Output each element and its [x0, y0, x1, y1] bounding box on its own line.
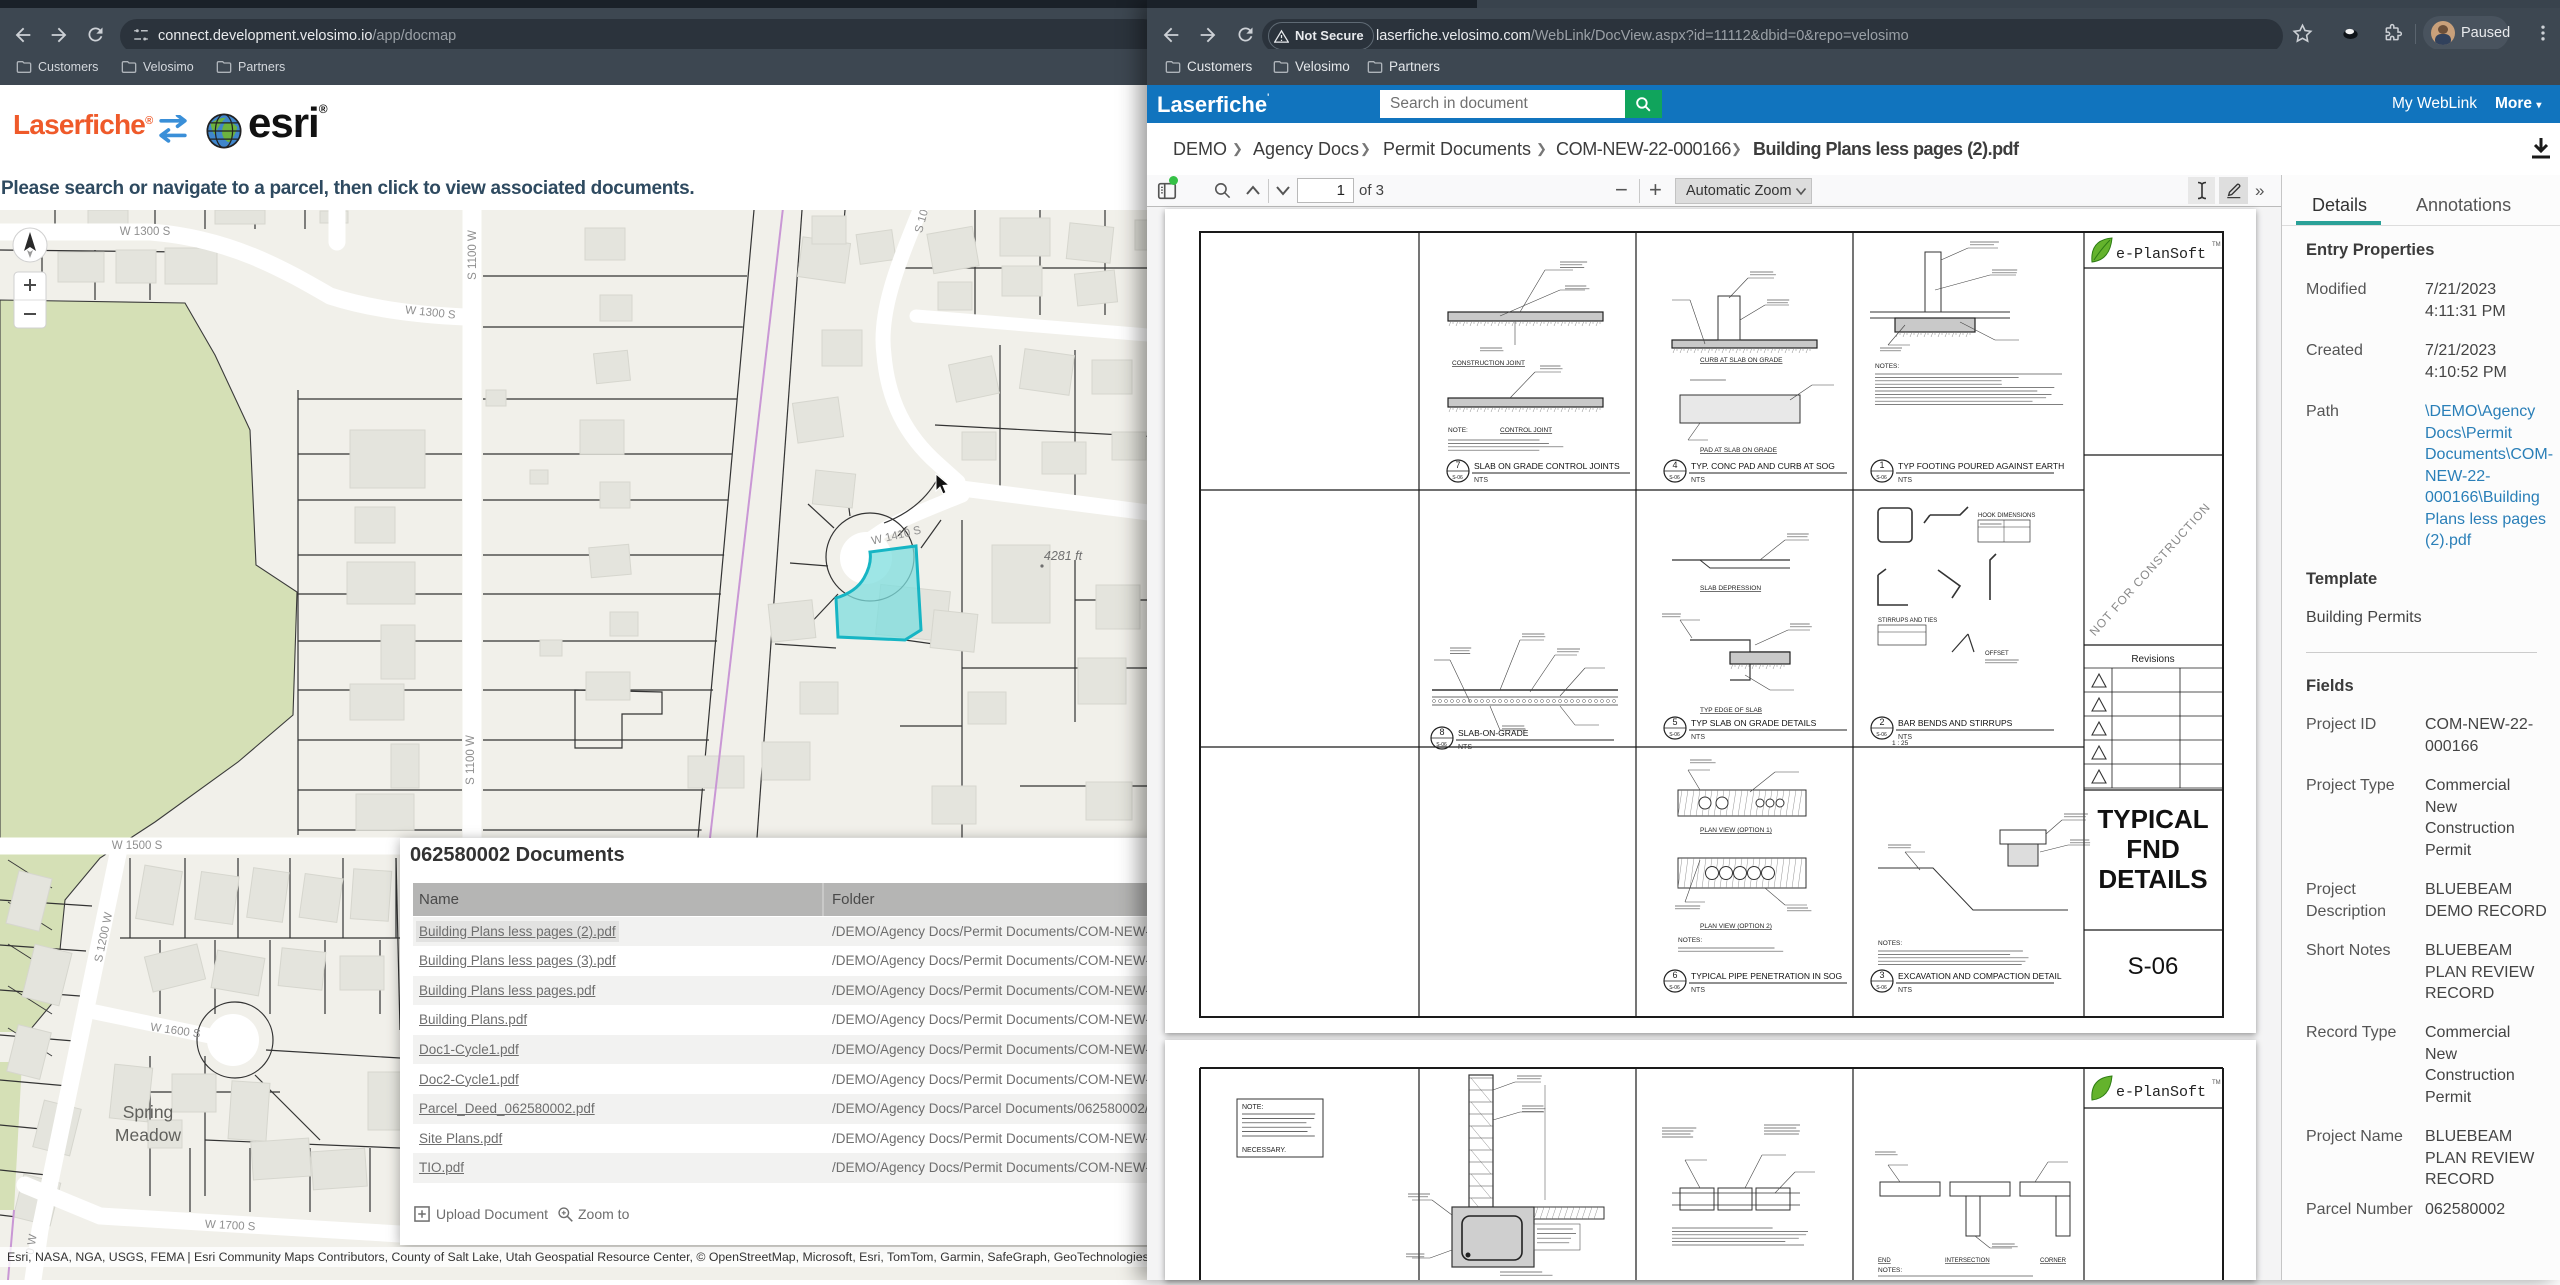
- svg-text:NOTES:: NOTES:: [1678, 937, 1702, 944]
- svg-text:4: 4: [1672, 460, 1677, 470]
- svg-text:W 1500 S: W 1500 S: [112, 840, 163, 852]
- svg-text:3: 3: [1879, 970, 1884, 980]
- svg-text:NOTE:: NOTE:: [1448, 427, 1468, 434]
- svg-text:END: END: [1878, 1258, 1891, 1264]
- svg-text:NTS: NTS: [1898, 477, 1912, 484]
- svg-text:4281 ft: 4281 ft: [1044, 549, 1083, 563]
- svg-text:S 1100 W: S 1100 W: [467, 230, 479, 280]
- svg-text:Meadow: Meadow: [115, 1125, 182, 1145]
- svg-text:PLAN VIEW (OPTION 2): PLAN VIEW (OPTION 2): [1700, 923, 1772, 930]
- svg-text:e-PlanSoft: e-PlanSoft: [2116, 246, 2206, 263]
- svg-text:S-06: S-06: [1436, 742, 1447, 748]
- svg-text:NOTES:: NOTES:: [1875, 363, 1899, 370]
- svg-text:SLAB ON GRADE CONTROL JOINTS: SLAB ON GRADE CONTROL JOINTS: [1474, 461, 1620, 471]
- svg-text:PLAN VIEW (OPTION 1): PLAN VIEW (OPTION 1): [1700, 827, 1772, 834]
- svg-text:SLAB-ON-GRADE: SLAB-ON-GRADE: [1458, 728, 1529, 738]
- svg-text:NTS: NTS: [1458, 744, 1472, 751]
- svg-text:S-06: S-06: [1669, 475, 1680, 481]
- svg-text:CONTROL JOINT: CONTROL JOINT: [1500, 427, 1552, 434]
- svg-text:NECESSARY.: NECESSARY.: [1242, 1147, 1286, 1154]
- svg-text:NTS: NTS: [1474, 477, 1488, 484]
- svg-text:CONSTRUCTION JOINT: CONSTRUCTION JOINT: [1452, 360, 1525, 367]
- svg-text:7: 7: [1455, 460, 1460, 470]
- svg-text:NOTES:: NOTES:: [1878, 1267, 1902, 1274]
- svg-text:5: 5: [1672, 717, 1677, 727]
- svg-text:TYP EDGE OF SLAB: TYP EDGE OF SLAB: [1700, 707, 1762, 714]
- svg-text:SLAB DEPRESSION: SLAB DEPRESSION: [1700, 585, 1761, 592]
- svg-text:TYPICAL: TYPICAL: [2097, 804, 2208, 834]
- svg-text:TYP. CONC PAD AND CURB AT SOG: TYP. CONC PAD AND CURB AT SOG: [1691, 461, 1835, 471]
- svg-text:INTERSECTION: INTERSECTION: [1945, 1258, 1990, 1264]
- svg-text:DETAILS: DETAILS: [2098, 864, 2207, 894]
- svg-text:6: 6: [1672, 970, 1677, 980]
- svg-text:S 1100 W: S 1100 W: [465, 735, 477, 785]
- svg-text:BAR BENDS AND STIRRUPS: BAR BENDS AND STIRRUPS: [1898, 718, 2013, 728]
- svg-text:TYP SLAB ON GRADE DETAILS: TYP SLAB ON GRADE DETAILS: [1691, 718, 1817, 728]
- svg-text:NOTE:: NOTE:: [1242, 1104, 1263, 1111]
- svg-text:TM: TM: [2212, 242, 2221, 248]
- svg-text:S-06: S-06: [1876, 732, 1887, 738]
- svg-text:e-PlanSoft: e-PlanSoft: [2116, 1084, 2206, 1101]
- svg-text:TYP FOOTING POURED AGAINST EAR: TYP FOOTING POURED AGAINST EARTH: [1898, 461, 2064, 471]
- svg-text:CORNER: CORNER: [2040, 1258, 2067, 1264]
- svg-text:EXCAVATION AND COMPACTION DETA: EXCAVATION AND COMPACTION DETAIL: [1898, 971, 2062, 981]
- svg-text:NTS: NTS: [1691, 987, 1705, 994]
- svg-text:CURB AT SLAB ON GRADE: CURB AT SLAB ON GRADE: [1700, 357, 1783, 364]
- svg-text:8: 8: [1439, 727, 1444, 737]
- svg-text:S-06: S-06: [1669, 985, 1680, 991]
- svg-text:S-06: S-06: [2128, 953, 2179, 980]
- svg-text:HOOK DIMENSIONS: HOOK DIMENSIONS: [1978, 513, 2035, 519]
- svg-text:NTS: NTS: [1898, 987, 1912, 994]
- svg-text:PAD AT SLAB ON GRADE: PAD AT SLAB ON GRADE: [1700, 447, 1778, 454]
- svg-text:1 : 25: 1 : 25: [1892, 740, 1909, 747]
- svg-text:Spring: Spring: [123, 1102, 174, 1122]
- svg-text:NOTES:: NOTES:: [1878, 940, 1902, 947]
- svg-text:2: 2: [1879, 717, 1884, 727]
- svg-text:NTS: NTS: [1691, 734, 1705, 741]
- svg-text:S-06: S-06: [1452, 475, 1463, 481]
- svg-text:OFFSET: OFFSET: [1985, 651, 2009, 657]
- svg-text:Revisions: Revisions: [2131, 654, 2174, 665]
- svg-text:TM: TM: [2212, 1080, 2221, 1086]
- svg-text:FND: FND: [2126, 834, 2179, 864]
- svg-text:S-06: S-06: [1669, 732, 1680, 738]
- svg-text:TYPICAL PIPE PENETRATION IN SO: TYPICAL PIPE PENETRATION IN SOG: [1691, 971, 1842, 981]
- svg-text:NTS: NTS: [1691, 477, 1705, 484]
- svg-text:STIRRUPS AND TIES: STIRRUPS AND TIES: [1878, 618, 1937, 624]
- svg-text:1: 1: [1879, 460, 1884, 470]
- svg-text:W 1300 S: W 1300 S: [120, 226, 171, 238]
- svg-text:S-06: S-06: [1876, 985, 1887, 991]
- svg-text:S-06: S-06: [1876, 475, 1887, 481]
